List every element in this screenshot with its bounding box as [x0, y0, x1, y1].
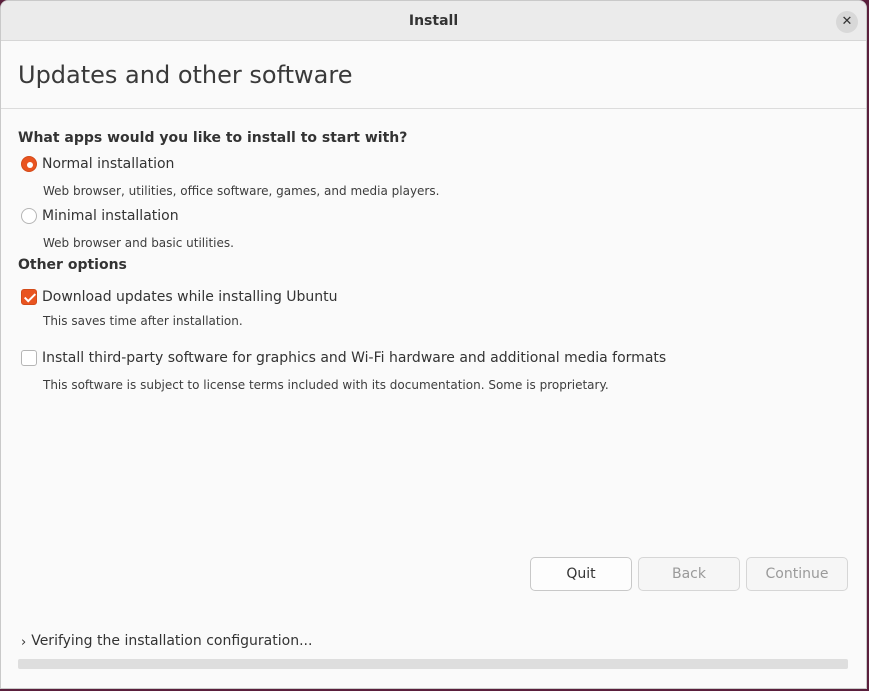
- third-party-software-description: This software is subject to license term…: [43, 378, 609, 392]
- download-updates-description: This saves time after installation.: [43, 314, 243, 328]
- window-title: Install: [408, 13, 459, 29]
- status-expander[interactable]: › Verifying the installation configurati…: [21, 631, 313, 651]
- continue-button[interactable]: Continue: [746, 557, 848, 591]
- header-divider: [1, 108, 866, 109]
- third-party-software-label[interactable]: Install third-party software for graphic…: [42, 350, 666, 366]
- radio-selected-icon[interactable]: [21, 156, 37, 172]
- status-text: Verifying the installation configuration…: [31, 632, 313, 649]
- download-updates-checkbox[interactable]: Download updates while installing Ubuntu: [21, 288, 338, 306]
- progress-bar: [18, 659, 848, 669]
- normal-installation-label[interactable]: Normal installation: [42, 156, 174, 172]
- install-type-heading: What apps would you like to install to s…: [18, 130, 408, 146]
- minimal-installation-description: Web browser and basic utilities.: [43, 236, 234, 250]
- chevron-right-icon[interactable]: ›: [21, 635, 26, 650]
- normal-installation-description: Web browser, utilities, office software,…: [43, 184, 440, 198]
- close-icon[interactable]: ✕: [836, 11, 858, 33]
- titlebar: Install ✕: [1, 1, 866, 41]
- quit-button[interactable]: Quit: [530, 557, 632, 591]
- back-button[interactable]: Back: [638, 557, 740, 591]
- page-title: Updates and other software: [18, 61, 353, 89]
- third-party-software-checkbox[interactable]: Install third-party software for graphic…: [21, 349, 666, 367]
- minimal-installation-label[interactable]: Minimal installation: [42, 208, 179, 224]
- checkbox-unchecked-icon[interactable]: [21, 350, 37, 366]
- radio-unselected-icon[interactable]: [21, 208, 37, 224]
- download-updates-label[interactable]: Download updates while installing Ubuntu: [42, 289, 338, 305]
- normal-installation-radio[interactable]: Normal installation: [21, 155, 174, 173]
- checkbox-checked-icon[interactable]: [21, 289, 37, 305]
- installer-window: Install ✕ Updates and other software Wha…: [0, 0, 867, 689]
- minimal-installation-radio[interactable]: Minimal installation: [21, 207, 179, 225]
- other-options-heading: Other options: [18, 257, 127, 273]
